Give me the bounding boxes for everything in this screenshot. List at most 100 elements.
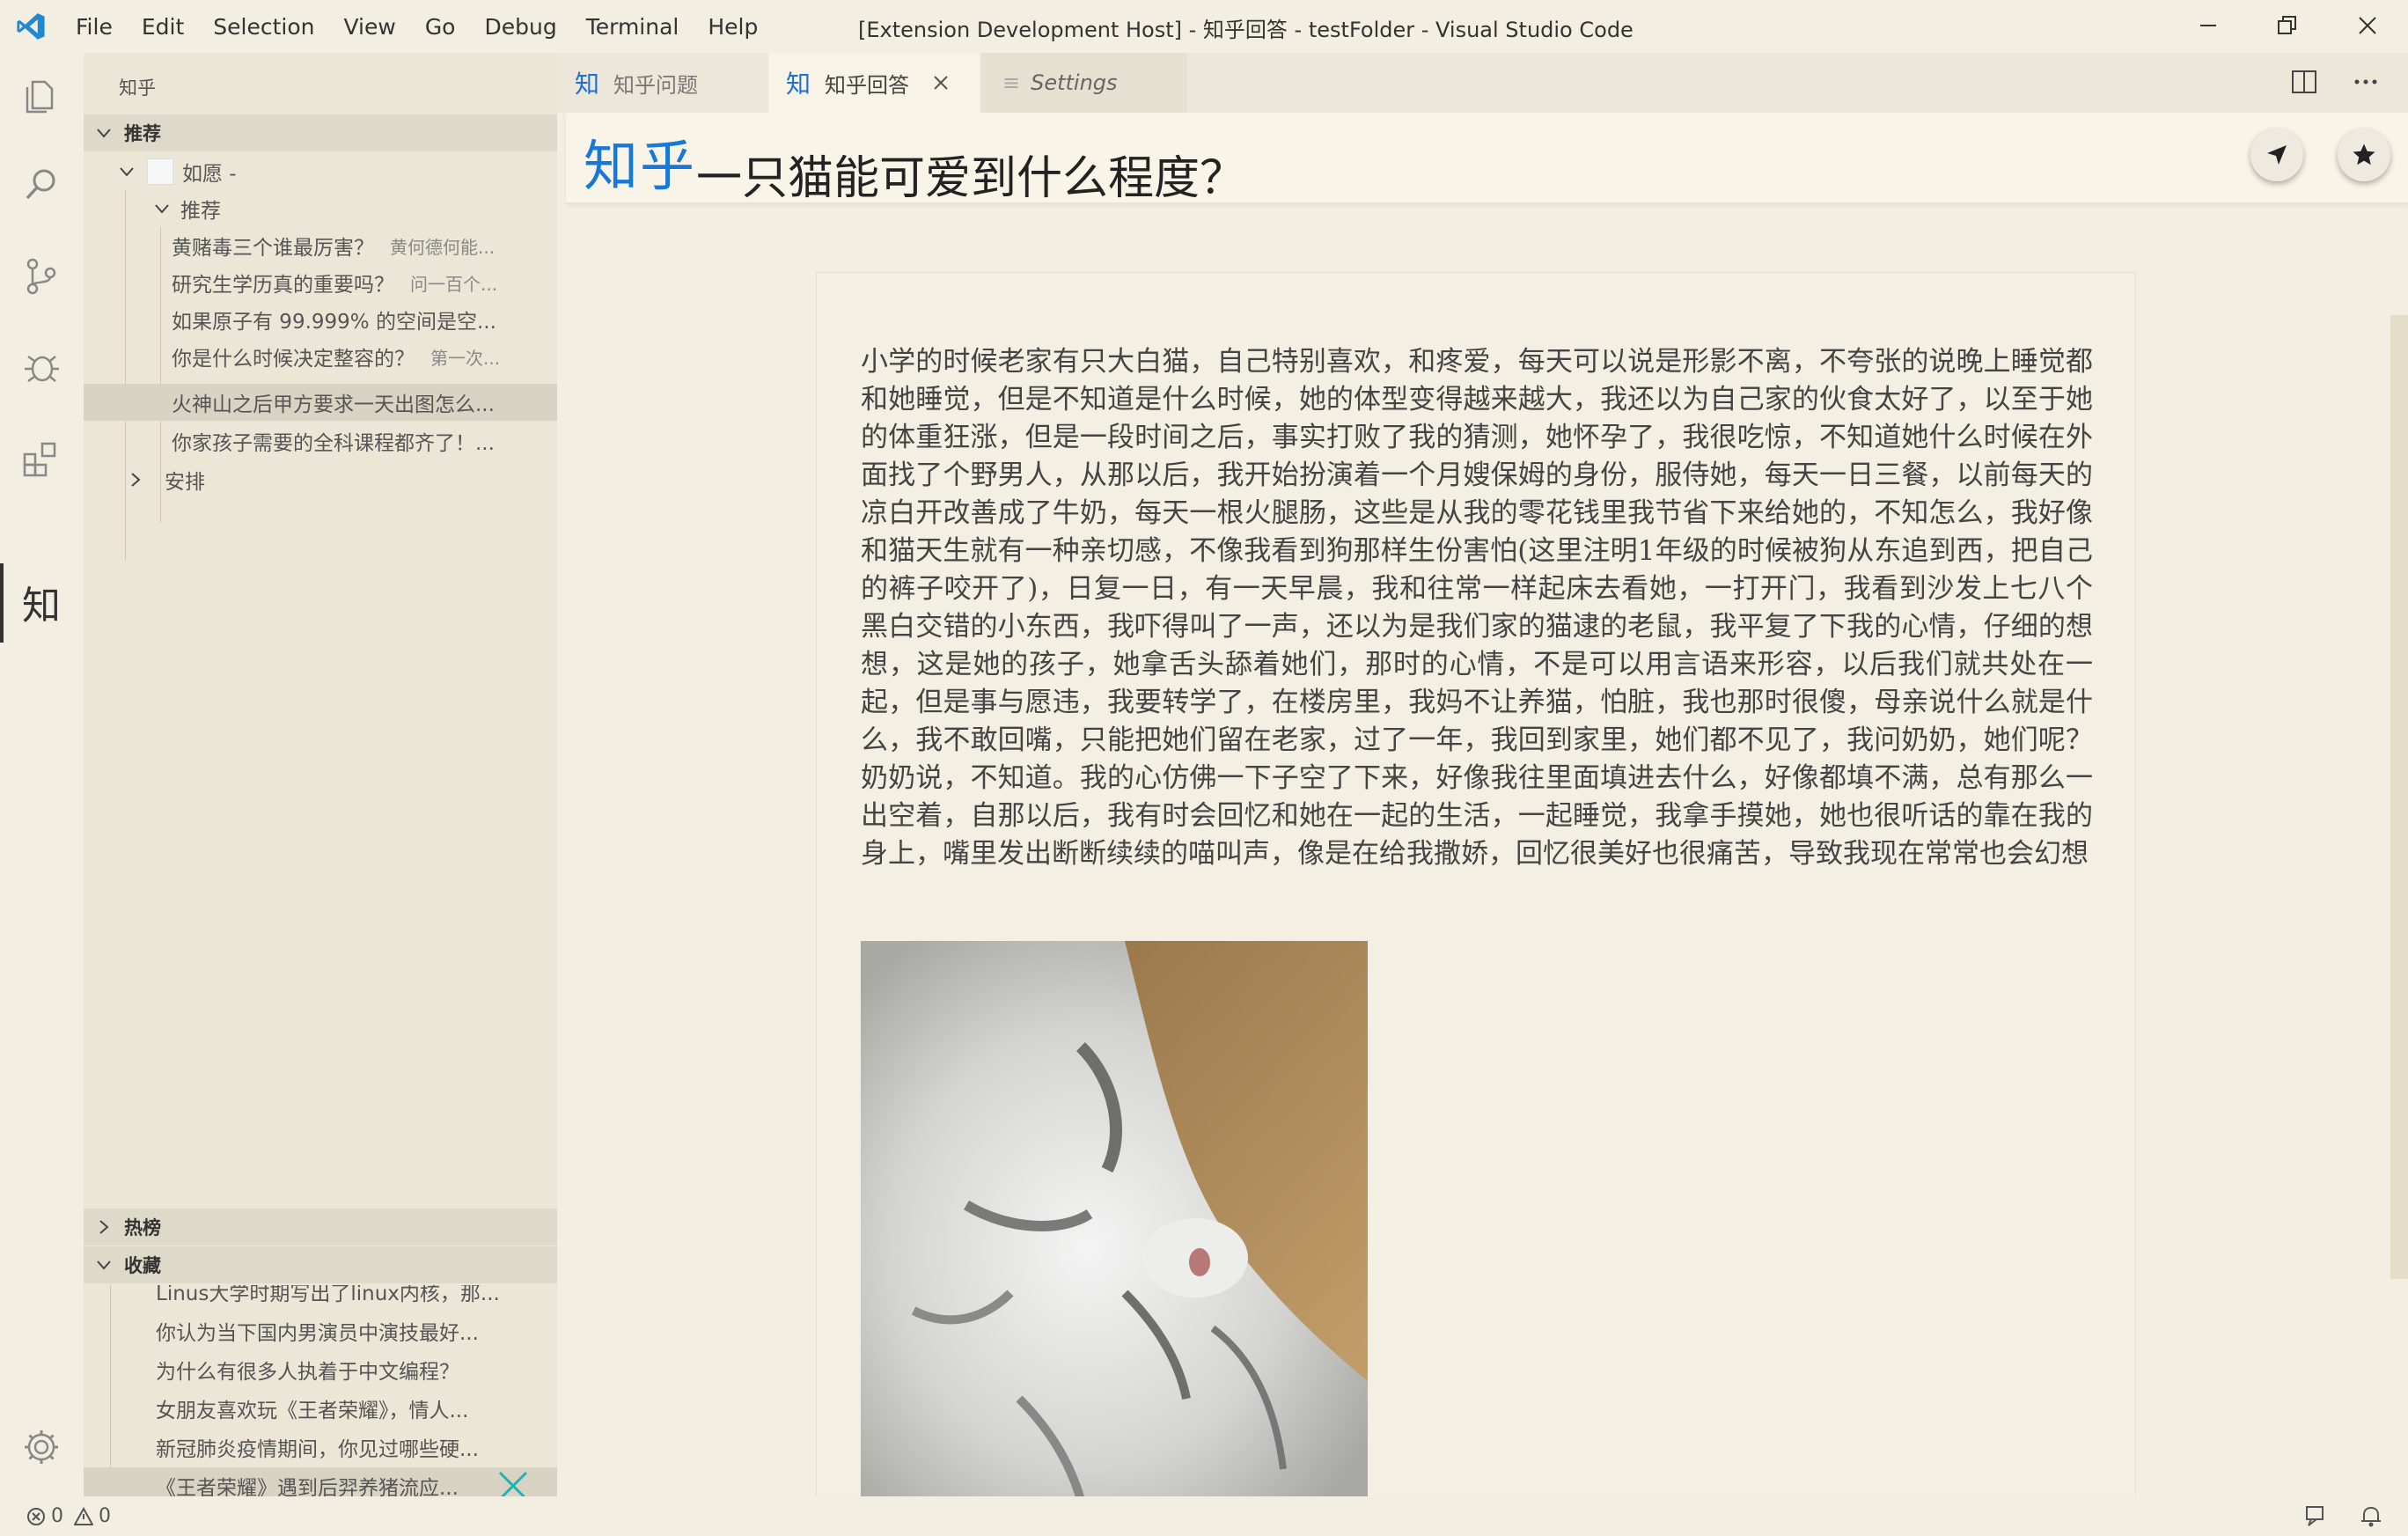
split-editor-button[interactable]: [2291, 69, 2317, 99]
send-icon: [2267, 145, 2287, 165]
collect-button[interactable]: [2338, 129, 2390, 181]
debug-button[interactable]: [20, 345, 62, 387]
section-collect-label: 收藏: [124, 1255, 161, 1276]
item-title: 火神山之后甲方要求一天出图怎么...: [172, 393, 495, 416]
extensions-icon: [23, 442, 56, 477]
extensions-button[interactable]: [20, 437, 62, 480]
star-icon: [2353, 143, 2375, 165]
restore-button[interactable]: [2272, 11, 2302, 40]
files-icon: [26, 80, 54, 114]
status-bar: 0 0: [0, 1496, 2408, 1536]
source-control-button[interactable]: [20, 255, 62, 298]
answer-text: 小学的时候老家有只大白猫，自己特别喜欢，和疼爱，每天可以说是形影不离，不夸张的说…: [861, 346, 2093, 870]
page-title: 一只猫能可爱到什么程度？: [696, 152, 1246, 205]
tab-label: 知乎回答: [825, 72, 910, 98]
error-icon: [27, 1507, 45, 1525]
close-icon[interactable]: [932, 74, 950, 92]
list-item[interactable]: Linus大学时期写出了linux内核，那...: [84, 1285, 557, 1313]
close-window-button[interactable]: [2353, 11, 2382, 40]
menu-selection[interactable]: Selection: [213, 14, 314, 40]
search-button[interactable]: [20, 163, 62, 205]
item-title: 你认为当下国内男演员中演技最好...: [156, 1322, 479, 1345]
menu-file[interactable]: File: [76, 14, 113, 40]
group-arrange-label: 安排: [165, 471, 205, 494]
tree-user[interactable]: 如愿 -: [84, 153, 557, 190]
list-item[interactable]: 为什么有很多人执着于中文编程？: [84, 1351, 557, 1388]
zhihu-tab-icon: 知: [786, 70, 811, 99]
vscode-logo-icon: [17, 13, 45, 40]
window-title: [Extension Development Host] - 知乎回答 - te…: [858, 18, 1633, 42]
chevron-down-icon: [97, 1260, 111, 1270]
tree-group-arrange[interactable]: 安排: [84, 461, 557, 498]
share-button[interactable]: [2250, 129, 2303, 181]
list-item[interactable]: 如果原子有 99.999% 的空间是空...: [84, 301, 557, 338]
tab-settings[interactable]: ≡ Settings: [981, 53, 1187, 113]
chevron-down-icon: [120, 167, 134, 177]
debug-icon: [25, 355, 59, 383]
chevron-down-icon: [155, 204, 169, 214]
zhihu-view-button[interactable]: 知: [20, 581, 62, 628]
list-item[interactable]: 你认为当下国内男演员中演技最好...: [84, 1312, 557, 1349]
tab-zhihu-question[interactable]: 知 知乎问题: [557, 53, 767, 113]
warning-count: 0: [99, 1505, 111, 1527]
list-item[interactable]: 你家孩子需要的全科课程都齐了！...: [84, 423, 557, 459]
section-collect-header[interactable]: 收藏: [84, 1246, 557, 1283]
menu-edit[interactable]: Edit: [142, 14, 184, 40]
menu-debug[interactable]: Debug: [484, 14, 556, 40]
problems-indicator[interactable]: 0 0: [26, 1505, 111, 1527]
settings-file-icon: ≡: [1002, 70, 1021, 95]
list-item[interactable]: 研究生学历真的重要吗？ 问一百个...: [84, 264, 557, 301]
item-subtitle: 黄何德何能...: [390, 236, 496, 258]
item-title: 研究生学历真的重要吗？: [172, 274, 394, 297]
group-recommend-label: 推荐: [180, 200, 221, 223]
zhihu-tab-icon: 知: [575, 70, 600, 99]
menu-terminal[interactable]: Terminal: [586, 14, 679, 40]
menu-help[interactable]: Help: [708, 14, 758, 40]
section-hot-label: 热榜: [124, 1217, 161, 1238]
settings-gear-button[interactable]: [20, 1426, 62, 1468]
item-title: Linus大学时期写出了linux内核，那...: [156, 1285, 500, 1305]
list-item[interactable]: 你是什么时候决定整容的？ 第一次...: [84, 338, 557, 375]
chevron-right-icon: [99, 1220, 109, 1234]
question-header: 知乎 一只猫能可爱到什么程度？: [566, 113, 2408, 205]
error-count: 0: [51, 1505, 63, 1527]
chevron-down-icon: [97, 129, 111, 138]
split-editor-icon: [2292, 70, 2316, 93]
item-title: 你是什么时候决定整容的？: [172, 348, 415, 371]
avatar: [147, 158, 173, 185]
sidebar: 知乎 推荐 如愿 - 推荐 黄赌毒三个谁最厉害？ 黄何德何能... 研究生学历真…: [84, 53, 557, 1504]
editor-area: 知乎 一只猫能可爱到什么程度？ 小学的时候老家有只大白猫，自己特别喜欢，和疼爱，…: [557, 113, 2408, 1496]
minimize-button[interactable]: [2193, 11, 2223, 40]
tree-group-recommend[interactable]: 推荐: [84, 190, 557, 227]
source-control-icon: [26, 258, 56, 295]
tab-zhihu-answer[interactable]: 知 知乎回答: [768, 53, 980, 113]
menu-view[interactable]: View: [343, 14, 395, 40]
explorer-button[interactable]: [20, 73, 62, 115]
section-recommend-label: 推荐: [124, 123, 161, 144]
list-item[interactable]: 黄赌毒三个谁最厉害？ 黄何德何能...: [84, 227, 557, 264]
cat-image: [861, 941, 1368, 1496]
section-hot-header[interactable]: 热榜: [84, 1209, 557, 1246]
more-actions-button[interactable]: [2353, 69, 2379, 99]
bell-icon[interactable]: [2359, 1504, 2383, 1529]
feedback-icon[interactable]: [2304, 1504, 2329, 1529]
activity-bar: 知: [0, 53, 84, 1496]
section-recommend-header[interactable]: 推荐: [84, 114, 557, 151]
item-title: 为什么有很多人执着于中文编程？: [156, 1361, 459, 1384]
list-item[interactable]: 女朋友喜欢玩《王者荣耀》，情人...: [84, 1390, 557, 1427]
list-item[interactable]: 新冠肺炎疫情期间，你见过哪些硬...: [84, 1429, 557, 1466]
gear-icon: [25, 1430, 58, 1464]
menu-go[interactable]: Go: [425, 14, 456, 40]
search-icon: [26, 169, 55, 200]
cat-photo: [861, 941, 1368, 1496]
item-title: 如果原子有 99.999% 的空间是空...: [172, 311, 496, 334]
item-title: 新冠肺炎疫情期间，你见过哪些硬...: [156, 1438, 479, 1461]
scrollbar[interactable]: [2390, 315, 2408, 1279]
restore-icon: [2278, 16, 2296, 34]
ellipsis-icon: [2354, 79, 2377, 85]
list-item-selected[interactable]: 火神山之后甲方要求一天出图怎么...: [84, 384, 557, 421]
title-bar: File Edit Selection View Go Debug Termin…: [0, 0, 2408, 53]
editor-tab-bar: 知 知乎问题 知 知乎回答 ≡ Settings: [557, 53, 2408, 113]
item-title: 你家孩子需要的全科课程都齐了！...: [172, 432, 495, 455]
sidebar-title: 知乎: [119, 77, 156, 99]
